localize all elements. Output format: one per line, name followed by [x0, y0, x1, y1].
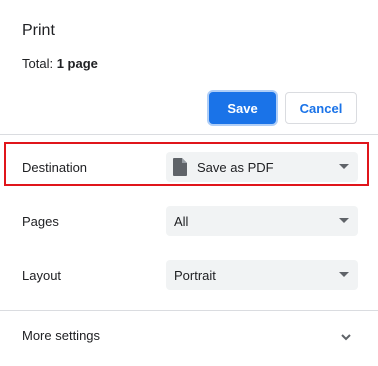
- pages-label: Pages: [22, 214, 59, 229]
- pages-select[interactable]: All: [166, 206, 358, 236]
- dialog-title: Print: [22, 22, 55, 39]
- dropdown-arrow-icon: [339, 218, 349, 223]
- pages-value: All: [174, 213, 189, 229]
- layout-value: Portrait: [174, 267, 216, 283]
- more-settings-label: More settings: [22, 328, 101, 343]
- highlight-box: [4, 142, 369, 186]
- total-label: Total:: [22, 56, 54, 71]
- more-settings-toggle[interactable]: More settings: [0, 322, 378, 352]
- page-total: Total: 1 page: [22, 56, 98, 71]
- save-button[interactable]: Save: [209, 92, 276, 124]
- layout-label: Layout: [22, 268, 62, 283]
- print-dialog: Print Total: 1 page Save Cancel Destinat…: [0, 0, 378, 366]
- divider: [0, 310, 378, 311]
- chevron-down-icon: [340, 330, 352, 342]
- divider: [0, 134, 378, 135]
- layout-select[interactable]: Portrait: [166, 260, 358, 290]
- cancel-button[interactable]: Cancel: [285, 92, 357, 124]
- dropdown-arrow-icon: [339, 272, 349, 277]
- total-value: 1 page: [56, 56, 98, 71]
